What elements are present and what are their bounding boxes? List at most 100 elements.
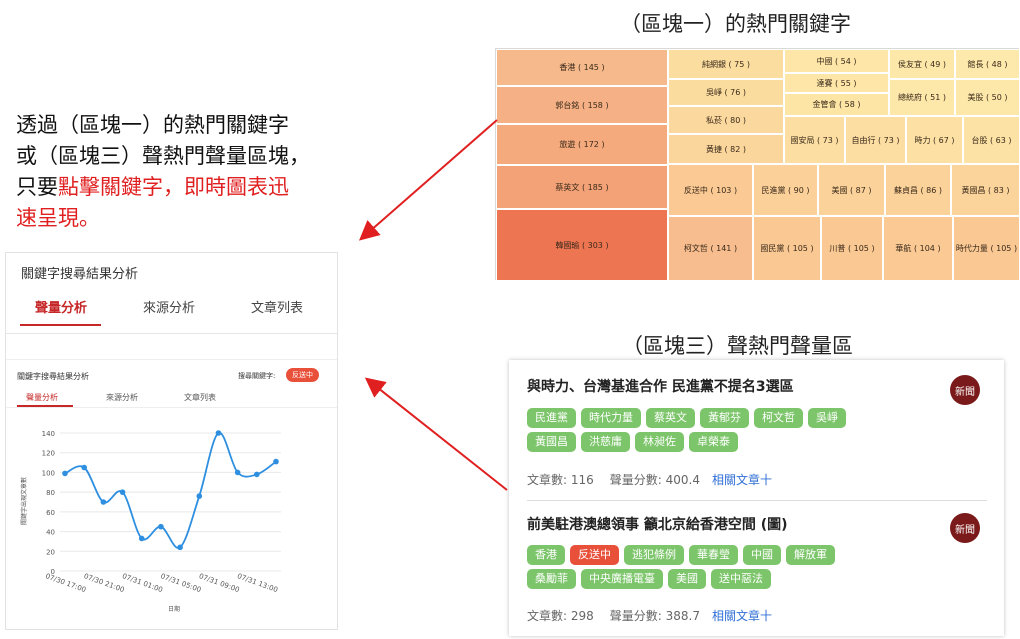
y-tick-label: 80 <box>46 489 55 497</box>
data-point <box>196 493 203 499</box>
treemap-keyword-cell[interactable]: 香港 ( 145 ) <box>496 49 668 86</box>
keyword-tag[interactable]: 美國 <box>668 569 706 589</box>
keyword-tag[interactable]: 蔡英文 <box>646 408 695 428</box>
y-tick-label: 100 <box>42 469 55 477</box>
treemap-keyword-cell[interactable]: 美股 ( 50 ) <box>955 79 1020 116</box>
treemap-keyword-cell[interactable]: 台股 ( 63 ) <box>963 116 1020 164</box>
keyword-tag[interactable]: 中央廣播電臺 <box>581 569 663 589</box>
data-point <box>234 469 241 476</box>
keyword-tag[interactable]: 解放軍 <box>786 545 835 565</box>
treemap-keyword-cell[interactable]: 美國 ( 87 ) <box>818 164 885 216</box>
data-point <box>177 544 183 551</box>
inner-tab-source-analysis[interactable]: 來源分析 <box>106 392 138 403</box>
divider <box>6 333 337 334</box>
keyword-tag[interactable]: 柯文哲 <box>754 408 803 428</box>
keyword-tag[interactable]: 桑勵菲 <box>527 569 576 589</box>
treemap-keyword-cell[interactable]: 韓國瑜 ( 303 ) <box>496 209 668 281</box>
arrow-from-block1 <box>358 119 498 241</box>
data-point <box>273 458 279 465</box>
treemap-keyword-cell[interactable]: 黃捷 ( 82 ) <box>668 134 784 164</box>
inner-tab-volume-analysis[interactable]: 聲量分析 <box>26 392 58 403</box>
keyword-tag[interactable]: 黃郁芬 <box>700 408 749 428</box>
treemap-keyword-cell[interactable]: 時代力量 ( 105 ) <box>953 216 1020 281</box>
news-title[interactable]: 前美駐港澳總領事 籲北京給香港空間 (圖) <box>527 514 788 534</box>
tab-source-analysis[interactable]: 來源分析 <box>143 297 195 316</box>
related-articles-link[interactable]: 相關文章十 <box>712 609 772 623</box>
treemap-keyword-cell[interactable]: 總統府 ( 51 ) <box>889 79 955 116</box>
keyword-tag[interactable]: 林昶佐 <box>635 432 684 452</box>
news-badge: 新聞 <box>950 375 980 405</box>
tab-article-list[interactable]: 文章列表 <box>251 297 303 316</box>
x-tick-label: 07/30 17:00 <box>44 572 87 594</box>
panel-tabs: 聲量分析 來源分析 文章列表 <box>6 291 337 327</box>
treemap-keyword-cell[interactable]: 川普 ( 105 ) <box>821 216 883 281</box>
news-stats: 文章數: 298 聲量分數: 388.7 相關文章十 <box>527 607 772 624</box>
series-line <box>64 432 277 549</box>
y-tick-label: 140 <box>42 430 55 438</box>
keyword-tag[interactable]: 反送中 <box>570 545 619 565</box>
x-axis-label: 日期 <box>168 605 180 613</box>
treemap-keyword-cell[interactable]: 蔡英文 ( 185 ) <box>496 165 668 209</box>
treemap-keyword-cell[interactable]: 時力 ( 67 ) <box>906 116 963 164</box>
treemap-keyword-cell[interactable]: 柯文哲 ( 141 ) <box>668 216 753 281</box>
keyword-tag[interactable]: 洪慈庸 <box>581 432 630 452</box>
treemap-keyword-cell[interactable]: 華航 ( 104 ) <box>883 216 953 281</box>
block1-title: （區塊一）的熱門關鍵字 <box>620 12 851 36</box>
keyword-tag[interactable]: 香港 <box>527 545 565 565</box>
volume-score: 聲量分數: 388.7 <box>609 609 700 623</box>
keyword-tag[interactable]: 吳崢 <box>808 408 846 428</box>
treemap-keyword-cell[interactable]: 純網銀 ( 75 ) <box>668 49 784 79</box>
treemap-keyword-cell[interactable]: 金管會 ( 58 ) <box>784 93 889 116</box>
data-point <box>254 471 260 478</box>
divider <box>6 359 337 360</box>
treemap-keyword-cell[interactable]: 中國 ( 54 ) <box>784 49 889 73</box>
keyword-tag[interactable]: 華春瑩 <box>689 545 738 565</box>
tab-volume-analysis[interactable]: 聲量分析 <box>35 297 87 316</box>
news-tags: 民進黨 時代力量 蔡英文 黃郁芬 柯文哲 吳崢黃國昌 洪慈庸 林昶佐 卓榮泰 <box>527 408 867 452</box>
treemap-keyword-cell[interactable]: 私菸 ( 80 ) <box>668 106 784 134</box>
intro-line-3-black: 只要 <box>16 175 58 199</box>
treemap-keyword-cell[interactable]: 國民黨 ( 105 ) <box>753 216 821 281</box>
intro-text: 透過（區塊一）的熱門關鍵字 或（區塊三）聲熱門聲量區塊， 只要點擊關鍵字，即時圖… <box>16 110 346 234</box>
hot-volume-news-panel: 與時力、台灣基進合作 民進黨不提名3選區 新聞 民進黨 時代力量 蔡英文 黃郁芬 柯文哲… <box>509 360 1004 636</box>
inner-tab-article-list[interactable]: 文章列表 <box>184 392 216 403</box>
divider <box>6 407 337 408</box>
intro-line-3-red: 點擊關鍵字，即時圖表迅 <box>58 175 289 199</box>
treemap-keyword-cell[interactable]: 國安局 ( 73 ) <box>784 116 845 164</box>
intro-line-3: 只要點擊關鍵字，即時圖表迅 <box>16 172 346 203</box>
x-tick-label: 07/31 05:00 <box>159 572 202 594</box>
news-title[interactable]: 與時力、台灣基進合作 民進黨不提名3選區 <box>527 376 794 396</box>
query-keyword-badge[interactable]: 反送中 <box>286 368 319 382</box>
keyword-tag[interactable]: 逃犯條例 <box>624 545 684 565</box>
treemap-keyword-cell[interactable]: 黃國昌 ( 83 ) <box>951 164 1020 216</box>
keyword-tag[interactable]: 送中惡法 <box>711 569 771 589</box>
treemap-keyword-cell[interactable]: 蘇貞昌 ( 86 ) <box>885 164 951 216</box>
volume-line-chart: 02040608010012014007/30 17:0007/30 21:00… <box>20 430 281 613</box>
data-point <box>138 535 145 542</box>
treemap-keyword-cell[interactable]: 郭台銘 ( 158 ) <box>496 86 668 124</box>
keyword-treemap: 香港 ( 145 ) 郭台銘 ( 158 ) 旅遊 ( 172 ) 蔡英文 ( 185… <box>495 48 1020 281</box>
data-point <box>215 430 222 436</box>
treemap-keyword-cell[interactable]: 館長 ( 48 ) <box>955 49 1020 79</box>
article-count: 文章數: 116 <box>527 473 594 487</box>
x-tick-label: 07/30 21:00 <box>83 572 126 594</box>
keyword-tag[interactable]: 卓榮泰 <box>689 432 738 452</box>
treemap-keyword-cell[interactable]: 反送中 ( 103 ) <box>668 164 753 216</box>
keyword-tag[interactable]: 黃國昌 <box>527 432 576 452</box>
treemap-keyword-cell[interactable]: 侯友宜 ( 49 ) <box>889 49 955 79</box>
y-axis-label: 關鍵字出現文章數 <box>20 477 28 525</box>
related-articles-link[interactable]: 相關文章十 <box>712 473 772 487</box>
treemap-keyword-cell[interactable]: 旅遊 ( 172 ) <box>496 124 668 165</box>
keyword-tag[interactable]: 時代力量 <box>581 408 641 428</box>
keyword-tag[interactable]: 中國 <box>743 545 781 565</box>
treemap-keyword-cell[interactable]: 自由行 ( 73 ) <box>845 116 906 164</box>
data-point <box>81 464 87 471</box>
keyword-tag[interactable]: 民進黨 <box>527 408 576 428</box>
intro-line-4: 速呈現。 <box>16 206 100 230</box>
news-badge: 新聞 <box>950 513 980 543</box>
treemap-keyword-cell[interactable]: 達賽 ( 55 ) <box>784 73 889 93</box>
y-tick-label: 60 <box>46 509 55 517</box>
treemap-keyword-cell[interactable]: 民進黨 ( 90 ) <box>753 164 818 216</box>
treemap-keyword-cell[interactable]: 吳崢 ( 76 ) <box>668 79 784 106</box>
volume-score: 聲量分數: 400.4 <box>609 473 700 487</box>
